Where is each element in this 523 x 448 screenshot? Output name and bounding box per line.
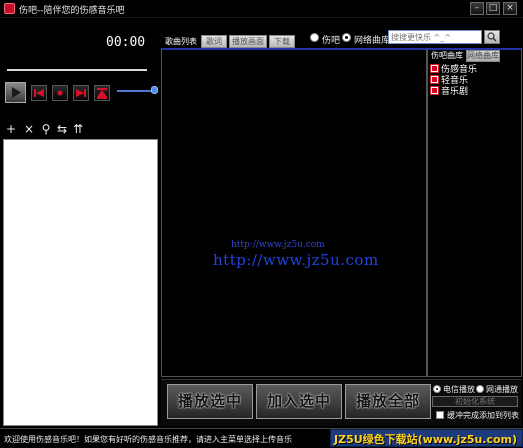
- time-display: 00:00: [106, 35, 146, 50]
- category-item[interactable]: 轻音乐: [430, 75, 468, 86]
- tab-download[interactable]: 下载: [269, 35, 295, 48]
- telecom-label: 电信播放: [443, 385, 475, 394]
- category-checkbox[interactable]: [430, 75, 439, 84]
- next-button[interactable]: [73, 85, 89, 101]
- close-button[interactable]: ×: [503, 2, 517, 15]
- stop-button[interactable]: [52, 85, 68, 101]
- status-message: 欢迎使用伤感音乐吧！如果您有好听的伤感音乐推荐，请进入主菜单选择上传音乐: [4, 435, 292, 444]
- search-input[interactable]: [388, 30, 482, 44]
- tab-song-list[interactable]: 歌曲列表: [163, 35, 199, 48]
- play-selected-button[interactable]: 播放选中: [167, 384, 253, 419]
- previous-button[interactable]: [31, 85, 47, 101]
- category-label: 音乐剧: [441, 87, 469, 97]
- watermark-url-large: http://www.jz5u.com: [213, 251, 379, 269]
- eject-icon: [97, 88, 107, 99]
- source-label-network: 网络曲库: [354, 36, 391, 46]
- minimize-button[interactable]: –: [470, 2, 484, 15]
- play-all-button[interactable]: 播放全部: [345, 384, 431, 419]
- eject-button[interactable]: [94, 85, 110, 101]
- source-radio-shangba[interactable]: [310, 33, 319, 42]
- category-item[interactable]: 音乐剧: [430, 86, 468, 97]
- volume-slider[interactable]: [117, 90, 155, 92]
- local-playlist[interactable]: [3, 139, 158, 426]
- source-radio-network[interactable]: [342, 33, 351, 42]
- library-panel: [427, 48, 522, 377]
- init-system-button[interactable]: 初始化系统: [432, 396, 518, 407]
- site-badge-text: JZ5U绿色下载站(www.jz5u.com): [334, 433, 518, 446]
- buffer-add-checkbox[interactable]: [436, 411, 444, 419]
- search-go-icon: [487, 32, 497, 42]
- volume-handle[interactable]: [151, 86, 158, 94]
- category-label: 轻音乐: [441, 76, 469, 86]
- telecom-radio[interactable]: [433, 385, 441, 393]
- tab-network-library[interactable]: 网络曲库: [466, 50, 500, 62]
- buffer-add-label: 缓冲完成添加到列表: [447, 411, 519, 420]
- source-label-shangba: 伤吧: [322, 36, 341, 46]
- category-item[interactable]: 伤感音乐: [430, 64, 477, 75]
- add-selected-button[interactable]: 加入选中: [256, 384, 342, 419]
- delete-icon[interactable]: ×: [22, 122, 36, 136]
- category-label: 伤感音乐: [441, 65, 478, 75]
- maximize-button[interactable]: □: [486, 2, 500, 15]
- stop-icon: [57, 90, 63, 96]
- sort-icon[interactable]: ⇆: [55, 122, 69, 136]
- progress-bar[interactable]: [7, 69, 147, 71]
- app-icon: [4, 3, 15, 14]
- search-button[interactable]: [484, 30, 500, 44]
- play-icon: [12, 87, 21, 98]
- add-icon[interactable]: +: [4, 122, 18, 136]
- netcom-radio[interactable]: [476, 385, 484, 393]
- previous-icon: [34, 89, 44, 97]
- next-icon: [76, 89, 86, 97]
- tab-lyrics[interactable]: 歌词: [201, 35, 227, 48]
- play-button[interactable]: [5, 82, 26, 103]
- search-icon[interactable]: ⚲: [39, 122, 53, 136]
- netcom-label: 网通播放: [486, 385, 518, 394]
- clear-icon[interactable]: ⇈: [71, 122, 85, 136]
- window-title: 伤吧--陪伴您的伤感音乐吧: [19, 6, 125, 16]
- category-checkbox[interactable]: [430, 64, 439, 73]
- tab-visualization[interactable]: 播放画面: [229, 35, 267, 48]
- watermark-url-small: http://www.jz5u.com: [231, 240, 325, 250]
- tab-shangba-library[interactable]: 伤吧曲库: [429, 50, 465, 62]
- song-list[interactable]: [161, 48, 427, 377]
- category-checkbox[interactable]: [430, 86, 439, 95]
